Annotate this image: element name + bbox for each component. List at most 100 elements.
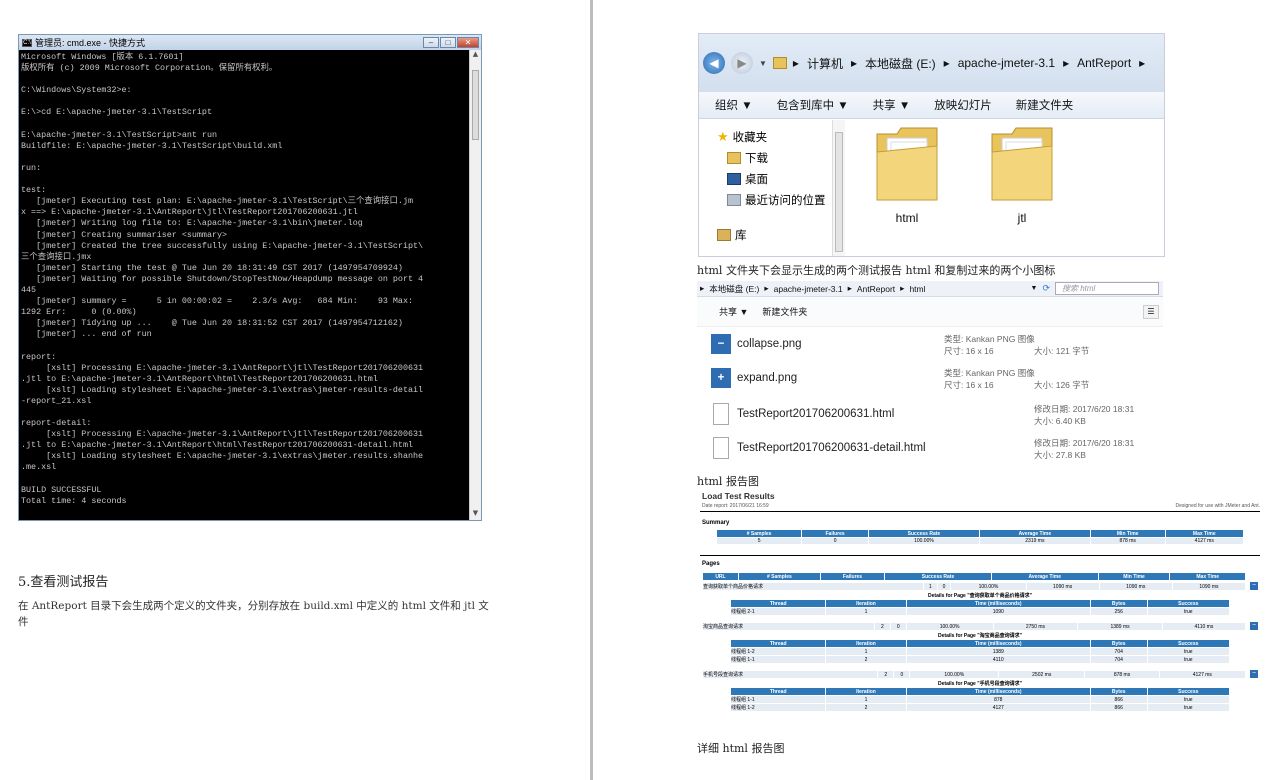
share-button[interactable]: 共享 ▼: [719, 305, 748, 318]
cmd-line: 445: [21, 284, 37, 295]
back-icon[interactable]: ◀: [703, 52, 725, 74]
cmd-line: 三个查询接口.jmx: [21, 251, 92, 262]
table-cell: 100.00%: [867, 537, 980, 545]
folder-jtl[interactable]: jtl: [987, 124, 1057, 225]
pages-header-table: URL # Samples Failures Success Rate Average …: [702, 572, 1246, 581]
refresh-icon[interactable]: ⟳: [1042, 283, 1050, 294]
collapse-icon[interactable]: −: [1250, 670, 1258, 678]
dropdown-icon[interactable]: ▼: [1031, 285, 1038, 292]
file-type: 类型: Kankan PNG 图像: [944, 334, 1035, 344]
report-designed-note: Designed for use with JMeter and Ant.: [1175, 503, 1261, 509]
nav-item-recent[interactable]: 最近访问的位置: [699, 189, 847, 210]
file-row[interactable]: + expand.png 类型: Kankan PNG 图像 尺寸: 16 x …: [711, 361, 1159, 395]
search-input[interactable]: 搜索 html: [1055, 282, 1159, 295]
table-cell: 1090 ms: [1098, 582, 1173, 591]
nav-item-library[interactable]: 库: [699, 224, 847, 245]
collapse-icon[interactable]: −: [1250, 622, 1258, 630]
report-title: Load Test Results: [702, 491, 775, 501]
column-header: Average Time: [978, 529, 1091, 538]
address-bar[interactable]: ◀ ▶ ▼ ▸ 计算机 ▸ 本地磁盘 (E:) ▸ apache-jmeter-…: [699, 34, 1164, 92]
maximize-button[interactable]: □: [440, 37, 456, 48]
nav-scrollbar[interactable]: [832, 120, 845, 256]
view-options-icon[interactable]: ☰: [1143, 304, 1159, 319]
slideshow-button[interactable]: 放映幻灯片: [934, 97, 992, 113]
organize-button[interactable]: 组织 ▼: [715, 97, 753, 113]
close-button[interactable]: ✕: [457, 37, 479, 48]
cmd-line: 1292 Err: 0 (0.00%): [21, 307, 137, 318]
breadcrumb[interactable]: ▸ 计算机 ▸ 本地磁盘 (E:) ▸ apache-jmeter-3.1 ▸ …: [793, 55, 1145, 72]
cmd-output[interactable]: Microsoft Windows [版本 6.1.7601] 版权所有 (c) …: [19, 50, 469, 520]
share-button[interactable]: 共享 ▼: [873, 97, 911, 113]
column-header: Bytes: [1089, 639, 1148, 648]
report-date: Date report: 2017/06/21 16:59: [702, 503, 769, 509]
cmd-title: 管理员: cmd.exe - 快捷方式: [35, 38, 146, 48]
column-header: Max Time: [1164, 529, 1245, 538]
include-library-button[interactable]: 包含到库中 ▼: [777, 97, 849, 113]
table-header-row: Thread Iteration Time (milliseconds) Bytes S…: [729, 687, 1231, 696]
table-cell: 1: [825, 695, 907, 704]
scroll-up-icon[interactable]: ▲: [470, 50, 481, 61]
table-cell: true: [1146, 695, 1231, 704]
new-folder-button[interactable]: 新建文件夹: [762, 305, 807, 318]
history-dropdown-icon[interactable]: ▼: [759, 59, 767, 68]
detail-title: Details for Page "手机号段查询请求": [938, 681, 1022, 687]
crumb-item[interactable]: 本地磁盘 (E:): [709, 283, 759, 295]
table-cell: 1: [825, 607, 907, 616]
crumb-item[interactable]: apache-jmeter-3.1: [774, 284, 843, 294]
folder-icon: [991, 127, 1053, 201]
cmd-line: [jmeter] Writing log file to: E:\apache-…: [21, 218, 363, 229]
crumb-item[interactable]: AntReport: [1077, 56, 1131, 70]
nav-item-label: 最近访问的位置: [745, 194, 826, 207]
minimize-button[interactable]: –: [423, 37, 439, 48]
nav-item-downloads[interactable]: 下载: [699, 147, 847, 168]
file-modified: 修改日期: 2017/6/20 18:31: [1034, 438, 1135, 448]
folder-html[interactable]: html: [872, 124, 942, 225]
crumb-item[interactable]: html: [909, 284, 925, 294]
cmd-line: [jmeter] ... end of run: [21, 329, 152, 340]
table-cell: 4110 ms: [1161, 622, 1247, 631]
column-header: Iteration: [825, 599, 907, 608]
cmd-titlebar[interactable]: C:\ 管理员: cmd.exe - 快捷方式 – □ ✕: [19, 35, 481, 50]
crumb-item[interactable]: AntReport: [857, 284, 895, 294]
nav-item-favorites[interactable]: ★ 收藏夹: [699, 126, 847, 147]
crumb-item[interactable]: 本地磁盘 (E:): [865, 55, 936, 72]
column-header: Thread: [729, 639, 827, 648]
table-cell: 2: [825, 655, 907, 664]
table-cell: 1090 ms: [1025, 582, 1100, 591]
table-cell: 1: [923, 582, 938, 591]
address-bar[interactable]: ▸ 本地磁盘 (E:) ▸ apache-jmeter-3.1 ▸ AntRep…: [697, 281, 1163, 297]
scroll-down-icon[interactable]: ▼: [470, 509, 481, 520]
nav-item-desktop[interactable]: 桌面: [699, 168, 847, 189]
file-row[interactable]: − collapse.png 类型: Kankan PNG 图像 尺寸: 16 …: [711, 327, 1159, 361]
nav-item-label: 下载: [745, 152, 768, 165]
table-cell: 线程组 1-1: [729, 695, 827, 704]
file-row[interactable]: TestReport201706200631.html 修改日期: 2017/6…: [711, 397, 1159, 431]
table-cell: 2: [877, 670, 895, 679]
cmd-line: .jtl to E:\apache-jmeter-3.1\AntReport\h…: [21, 440, 414, 451]
cmd-line: [jmeter] Creating summariser <summary>: [21, 229, 228, 240]
section-paragraph: 在 AntReport 目录下会生成两个定义的文件夹，分别存放在 build.x…: [18, 600, 489, 628]
forward-icon[interactable]: ▶: [731, 52, 753, 74]
crumb-item[interactable]: apache-jmeter-3.1: [958, 56, 1055, 70]
caption-detail-report: 详细 html 报告图: [697, 742, 785, 755]
folder-icon: [876, 127, 938, 201]
scroll-thumb[interactable]: [472, 70, 479, 140]
table-row: 线程组 2-1 1 1090 256 true: [729, 607, 1231, 616]
table-cell: 线程组 1-2: [729, 647, 827, 656]
column-header: Success: [1146, 639, 1231, 648]
collapse-icon[interactable]: −: [1250, 582, 1258, 590]
table-cell: 4110: [905, 655, 1091, 664]
crumb-item[interactable]: 计算机: [807, 55, 843, 72]
cmd-scrollbar[interactable]: ▲ ▼: [469, 50, 481, 520]
cmd-line: [jmeter] Starting the test @ Tue Jun 20 …: [21, 262, 403, 273]
new-folder-button[interactable]: 新建文件夹: [1016, 97, 1074, 113]
cmd-line: .jtl to E:\apache-jmeter-3.1\AntReport\h…: [21, 373, 378, 384]
table-row: 淘宝商品查询请求 2 0 100.00% 2750 ms 1389 ms 4110 ms: [702, 622, 1247, 631]
cmd-window[interactable]: C:\ 管理员: cmd.exe - 快捷方式 – □ ✕ Microsoft …: [18, 34, 482, 521]
cmd-line: [jmeter] Executing test plan: E:\apache-…: [21, 196, 414, 207]
column-header: Success: [1146, 687, 1231, 696]
file-row[interactable]: TestReport201706200631-detail.html 修改日期:…: [711, 431, 1159, 465]
cmd-line: [21, 474, 467, 485]
file-size: 大小: 27.8 KB: [1034, 450, 1086, 460]
table-cell: 0: [936, 582, 952, 591]
